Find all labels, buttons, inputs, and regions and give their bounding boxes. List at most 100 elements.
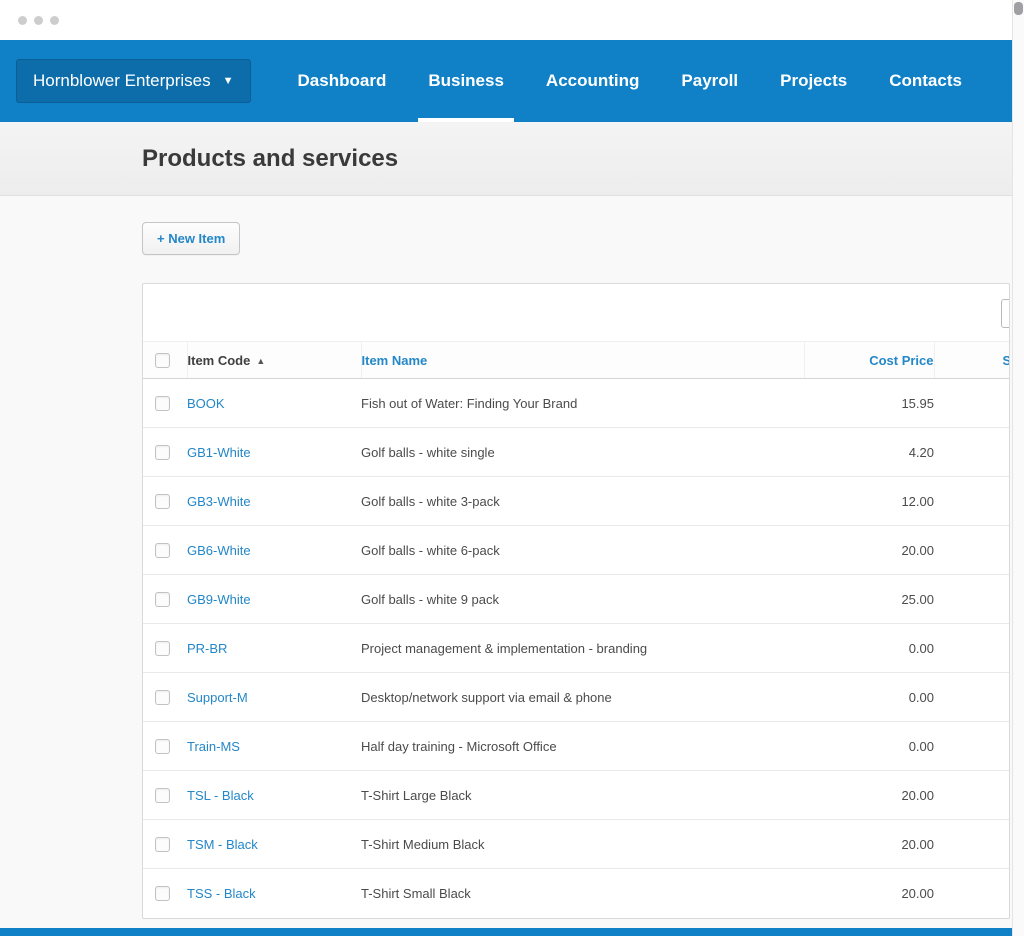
vertical-scrollbar[interactable] xyxy=(1012,0,1024,936)
table-row: Support-M Desktop/network support via em… xyxy=(143,673,1009,722)
item-sale-price xyxy=(934,526,1009,575)
item-name: T-Shirt Medium Black xyxy=(361,820,804,869)
item-code-link[interactable]: GB1-White xyxy=(187,445,251,460)
new-item-button[interactable]: + New Item xyxy=(142,222,240,255)
row-checkbox[interactable] xyxy=(155,445,170,460)
table-row: GB3-White Golf balls - white 3-pack 12.0… xyxy=(143,477,1009,526)
item-cost-price: 20.00 xyxy=(804,869,934,918)
item-cost-price: 0.00 xyxy=(804,624,934,673)
table-row: GB6-White Golf balls - white 6-pack 20.0… xyxy=(143,526,1009,575)
table-row: TSM - Black T-Shirt Medium Black 20.00 xyxy=(143,820,1009,869)
item-name: Golf balls - white 6-pack xyxy=(361,526,804,575)
row-checkbox[interactable] xyxy=(155,788,170,803)
table-row: TSL - Black T-Shirt Large Black 20.00 xyxy=(143,771,1009,820)
chevron-down-icon: ▼ xyxy=(223,75,234,87)
item-name: Desktop/network support via email & phon… xyxy=(361,673,804,722)
item-name: T-Shirt Large Black xyxy=(361,771,804,820)
row-checkbox[interactable] xyxy=(155,739,170,754)
sort-ascending-icon: ▲ xyxy=(256,356,265,366)
select-all-checkbox[interactable] xyxy=(155,353,170,368)
page-header: Products and services xyxy=(0,122,1024,196)
table-header-row: Item Code ▲ Item Name Cost Price Sale Pri… xyxy=(143,342,1009,379)
primary-nav: DashboardBusinessAccountingPayrollProjec… xyxy=(277,40,983,122)
table-row: GB9-White Golf balls - white 9 pack 25.0… xyxy=(143,575,1009,624)
nav-item-business[interactable]: Business xyxy=(407,40,525,122)
table-row: PR-BR Project management & implementatio… xyxy=(143,624,1009,673)
item-name: Project management & implementation - br… xyxy=(361,624,804,673)
item-sale-price xyxy=(934,722,1009,771)
item-code-link[interactable]: Support-M xyxy=(187,690,248,705)
item-code-link[interactable]: TSS - Black xyxy=(187,886,256,901)
window-control-zoom[interactable] xyxy=(50,16,59,25)
search-input[interactable] xyxy=(1001,299,1010,328)
row-checkbox[interactable] xyxy=(155,592,170,607)
item-name: Golf balls - white single xyxy=(361,428,804,477)
item-sale-price xyxy=(934,428,1009,477)
primary-navbar: Hornblower Enterprises ▼ DashboardBusine… xyxy=(0,40,1024,122)
item-code-link[interactable]: GB6-White xyxy=(187,543,251,558)
row-checkbox[interactable] xyxy=(155,641,170,656)
items-table-body: BOOK Fish out of Water: Finding Your Bra… xyxy=(143,379,1009,918)
row-checkbox[interactable] xyxy=(155,837,170,852)
items-panel: Item Code ▲ Item Name Cost Price Sale Pri… xyxy=(142,283,1010,919)
window-titlebar xyxy=(0,0,1024,40)
bottom-bar xyxy=(0,928,1012,936)
item-code-header-label: Item Code xyxy=(188,353,251,368)
row-checkbox[interactable] xyxy=(155,494,170,509)
item-cost-price: 0.00 xyxy=(804,673,934,722)
table-row: GB1-White Golf balls - white single 4.20 xyxy=(143,428,1009,477)
table-row: Train-MS Half day training - Microsoft O… xyxy=(143,722,1009,771)
nav-item-contacts[interactable]: Contacts xyxy=(868,40,983,122)
item-sale-price xyxy=(934,477,1009,526)
item-name: Fish out of Water: Finding Your Brand xyxy=(361,379,804,428)
item-sale-price xyxy=(934,820,1009,869)
column-header-cost-price[interactable]: Cost Price xyxy=(804,342,934,379)
item-cost-price: 15.95 xyxy=(804,379,934,428)
item-cost-price: 0.00 xyxy=(804,722,934,771)
item-code-link[interactable]: GB9-White xyxy=(187,592,251,607)
app-window: Hornblower Enterprises ▼ DashboardBusine… xyxy=(0,0,1024,936)
item-sale-price xyxy=(934,624,1009,673)
column-header-sale-price[interactable]: Sale Price xyxy=(934,342,1009,379)
row-checkbox[interactable] xyxy=(155,543,170,558)
item-cost-price: 20.00 xyxy=(804,526,934,575)
table-row: BOOK Fish out of Water: Finding Your Bra… xyxy=(143,379,1009,428)
item-code-link[interactable]: GB3-White xyxy=(187,494,251,509)
item-sale-price xyxy=(934,869,1009,918)
table-row: TSS - Black T-Shirt Small Black 20.00 xyxy=(143,869,1009,918)
item-sale-price xyxy=(934,673,1009,722)
item-sale-price xyxy=(934,379,1009,428)
item-code-link[interactable]: TSL - Black xyxy=(187,788,254,803)
row-checkbox[interactable] xyxy=(155,886,170,901)
nav-item-projects[interactable]: Projects xyxy=(759,40,868,122)
window-control-close[interactable] xyxy=(18,16,27,25)
item-cost-price: 20.00 xyxy=(804,820,934,869)
item-cost-price: 20.00 xyxy=(804,771,934,820)
row-checkbox[interactable] xyxy=(155,396,170,411)
items-table: Item Code ▲ Item Name Cost Price Sale Pri… xyxy=(143,341,1009,918)
nav-item-dashboard[interactable]: Dashboard xyxy=(277,40,408,122)
org-picker-dropdown[interactable]: Hornblower Enterprises ▼ xyxy=(16,59,251,103)
item-name: Golf balls - white 3-pack xyxy=(361,477,804,526)
scrollbar-thumb[interactable] xyxy=(1014,2,1023,15)
item-sale-price xyxy=(934,771,1009,820)
table-toolbar xyxy=(143,284,1009,341)
item-cost-price: 4.20 xyxy=(804,428,934,477)
org-name: Hornblower Enterprises xyxy=(33,71,211,91)
item-code-link[interactable]: PR-BR xyxy=(187,641,227,656)
item-code-link[interactable]: TSM - Black xyxy=(187,837,258,852)
item-name: T-Shirt Small Black xyxy=(361,869,804,918)
page-content: + New Item Item Code ▲ xyxy=(0,196,1024,919)
item-cost-price: 12.00 xyxy=(804,477,934,526)
row-checkbox[interactable] xyxy=(155,690,170,705)
column-header-item-name[interactable]: Item Name xyxy=(361,342,804,379)
page-title: Products and services xyxy=(142,145,398,173)
nav-item-accounting[interactable]: Accounting xyxy=(525,40,661,122)
nav-item-payroll[interactable]: Payroll xyxy=(660,40,759,122)
item-name: Golf balls - white 9 pack xyxy=(361,575,804,624)
item-code-link[interactable]: BOOK xyxy=(187,396,225,411)
window-control-minimize[interactable] xyxy=(34,16,43,25)
item-code-link[interactable]: Train-MS xyxy=(187,739,240,754)
item-sale-price xyxy=(934,575,1009,624)
column-header-item-code[interactable]: Item Code ▲ xyxy=(187,342,361,379)
